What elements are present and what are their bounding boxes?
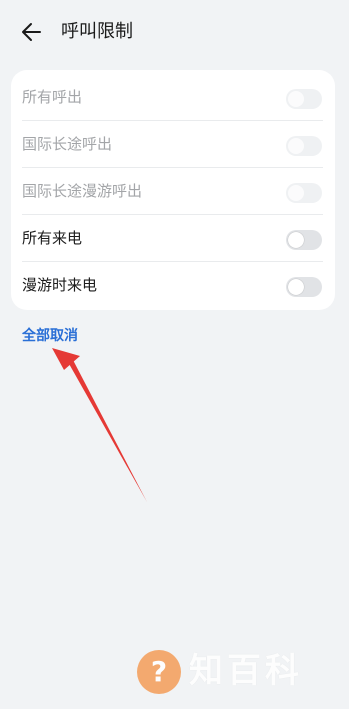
row-all-outgoing: 所有呼出 bbox=[11, 74, 335, 121]
toggle-knob bbox=[288, 232, 304, 248]
arrow-left-icon bbox=[22, 23, 41, 41]
all-incoming-toggle[interactable] bbox=[286, 230, 322, 250]
arrow-head bbox=[52, 348, 80, 370]
all-outgoing-toggle[interactable] bbox=[286, 89, 322, 109]
row-label: 所有呼出 bbox=[22, 88, 83, 106]
title-bar: 呼叫限制 bbox=[0, 0, 349, 64]
row-all-incoming: 所有来电 bbox=[11, 215, 335, 262]
row-label: 国际长途呼出 bbox=[22, 135, 113, 153]
toggle-knob bbox=[288, 185, 304, 201]
intl-roaming-outgoing-toggle[interactable] bbox=[286, 183, 322, 203]
arrow-shaft bbox=[68, 360, 147, 502]
question-glyph: ? bbox=[150, 655, 168, 688]
roaming-incoming-toggle[interactable] bbox=[286, 277, 322, 297]
watermark-text: 知百科 bbox=[189, 651, 303, 691]
row-label: 国际长途漫游呼出 bbox=[22, 182, 143, 200]
back-button[interactable] bbox=[18, 18, 46, 46]
cancel-all-button[interactable]: 全部取消 bbox=[22, 326, 78, 346]
watermark: ? 知百科 bbox=[137, 646, 337, 696]
intl-outgoing-toggle[interactable] bbox=[286, 136, 322, 156]
row-label: 所有来电 bbox=[22, 229, 83, 247]
row-intl-roaming-outgoing: 国际长途漫游呼出 bbox=[11, 168, 335, 215]
settings-card: 所有呼出 国际长途呼出 国际长途漫游呼出 所有来电 漫游时来电 bbox=[11, 70, 335, 310]
toggle-knob bbox=[288, 279, 304, 295]
toggle-knob bbox=[288, 138, 304, 154]
row-roaming-incoming: 漫游时来电 bbox=[11, 262, 335, 309]
row-label: 漫游时来电 bbox=[22, 276, 98, 294]
toggle-knob bbox=[288, 91, 304, 107]
page-title: 呼叫限制 bbox=[61, 21, 133, 42]
row-intl-outgoing: 国际长途呼出 bbox=[11, 121, 335, 168]
question-mark-icon: ? bbox=[137, 650, 181, 694]
